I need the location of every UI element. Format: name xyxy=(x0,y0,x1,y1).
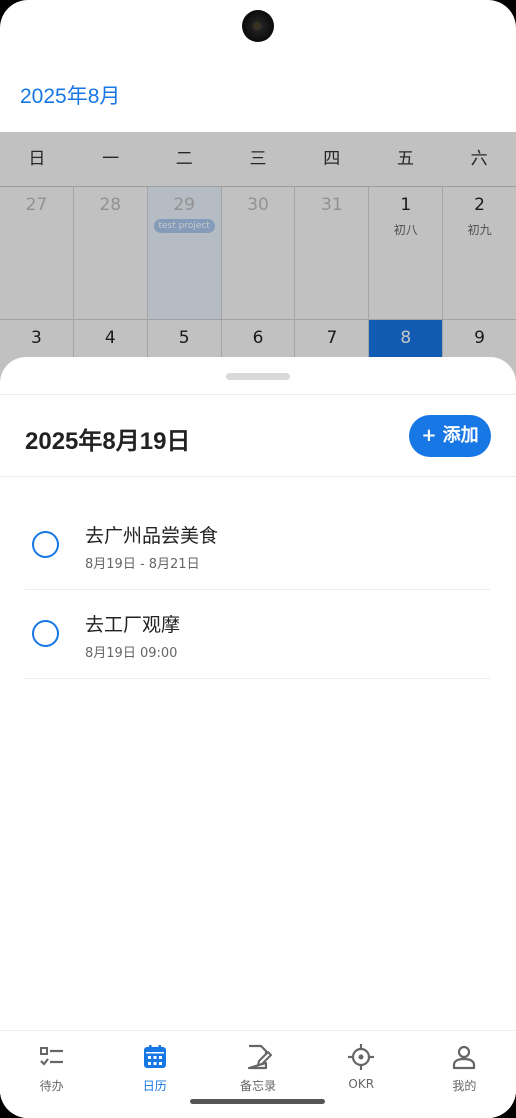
tab-label: 我的 xyxy=(452,1079,477,1093)
todo-list-icon xyxy=(39,1047,63,1066)
task-item[interactable]: 去广州品尝美食 8月19日 - 8月21日 xyxy=(25,501,490,590)
bottom-tab-bar: 待办 日历 备忘录 OKR 我的 xyxy=(0,1030,516,1118)
task-checkbox[interactable] xyxy=(32,531,59,558)
tab-todo[interactable]: 待办 xyxy=(0,1031,103,1118)
tab-label: 备忘录 xyxy=(240,1079,277,1093)
task-title: 去工厂观摩 xyxy=(85,614,181,636)
tab-okr[interactable]: OKR xyxy=(310,1031,413,1118)
home-indicator[interactable] xyxy=(190,1099,325,1104)
tab-memo[interactable]: 备忘录 xyxy=(206,1031,309,1118)
tab-label: OKR xyxy=(348,1077,375,1091)
divider xyxy=(0,476,516,477)
tab-label: 待办 xyxy=(39,1079,64,1093)
person-icon xyxy=(453,1045,476,1070)
memo-edit-icon xyxy=(247,1044,272,1070)
tab-label: 日历 xyxy=(142,1079,167,1093)
front-camera xyxy=(242,10,274,42)
task-item[interactable]: 去工厂观摩 8月19日 09:00 xyxy=(25,590,490,679)
calendar-icon xyxy=(143,1045,166,1068)
app-screen: 2025年8月 日 一 二 三 四 五 六 27 28 29 test proje… xyxy=(0,0,516,1118)
selected-date-title: 2025年8月19日 xyxy=(25,428,191,455)
tab-profile[interactable]: 我的 xyxy=(413,1031,516,1118)
drag-handle[interactable] xyxy=(226,373,290,380)
task-checkbox[interactable] xyxy=(32,620,59,647)
add-button[interactable]: + 添加 xyxy=(409,415,491,457)
task-time: 8月19日 09:00 xyxy=(85,646,178,661)
task-title: 去广州品尝美食 xyxy=(85,525,219,547)
modal-scrim[interactable] xyxy=(0,132,516,392)
day-detail-sheet: 2025年8月19日 + 添加 去广州品尝美食 8月19日 - 8月21日 去工… xyxy=(0,357,516,1118)
month-title[interactable]: 2025年8月 xyxy=(20,80,120,110)
target-crosshair-icon xyxy=(348,1044,375,1070)
task-time: 8月19日 - 8月21日 xyxy=(85,557,200,572)
divider xyxy=(0,394,516,395)
tab-calendar[interactable]: 日历 xyxy=(103,1031,206,1118)
